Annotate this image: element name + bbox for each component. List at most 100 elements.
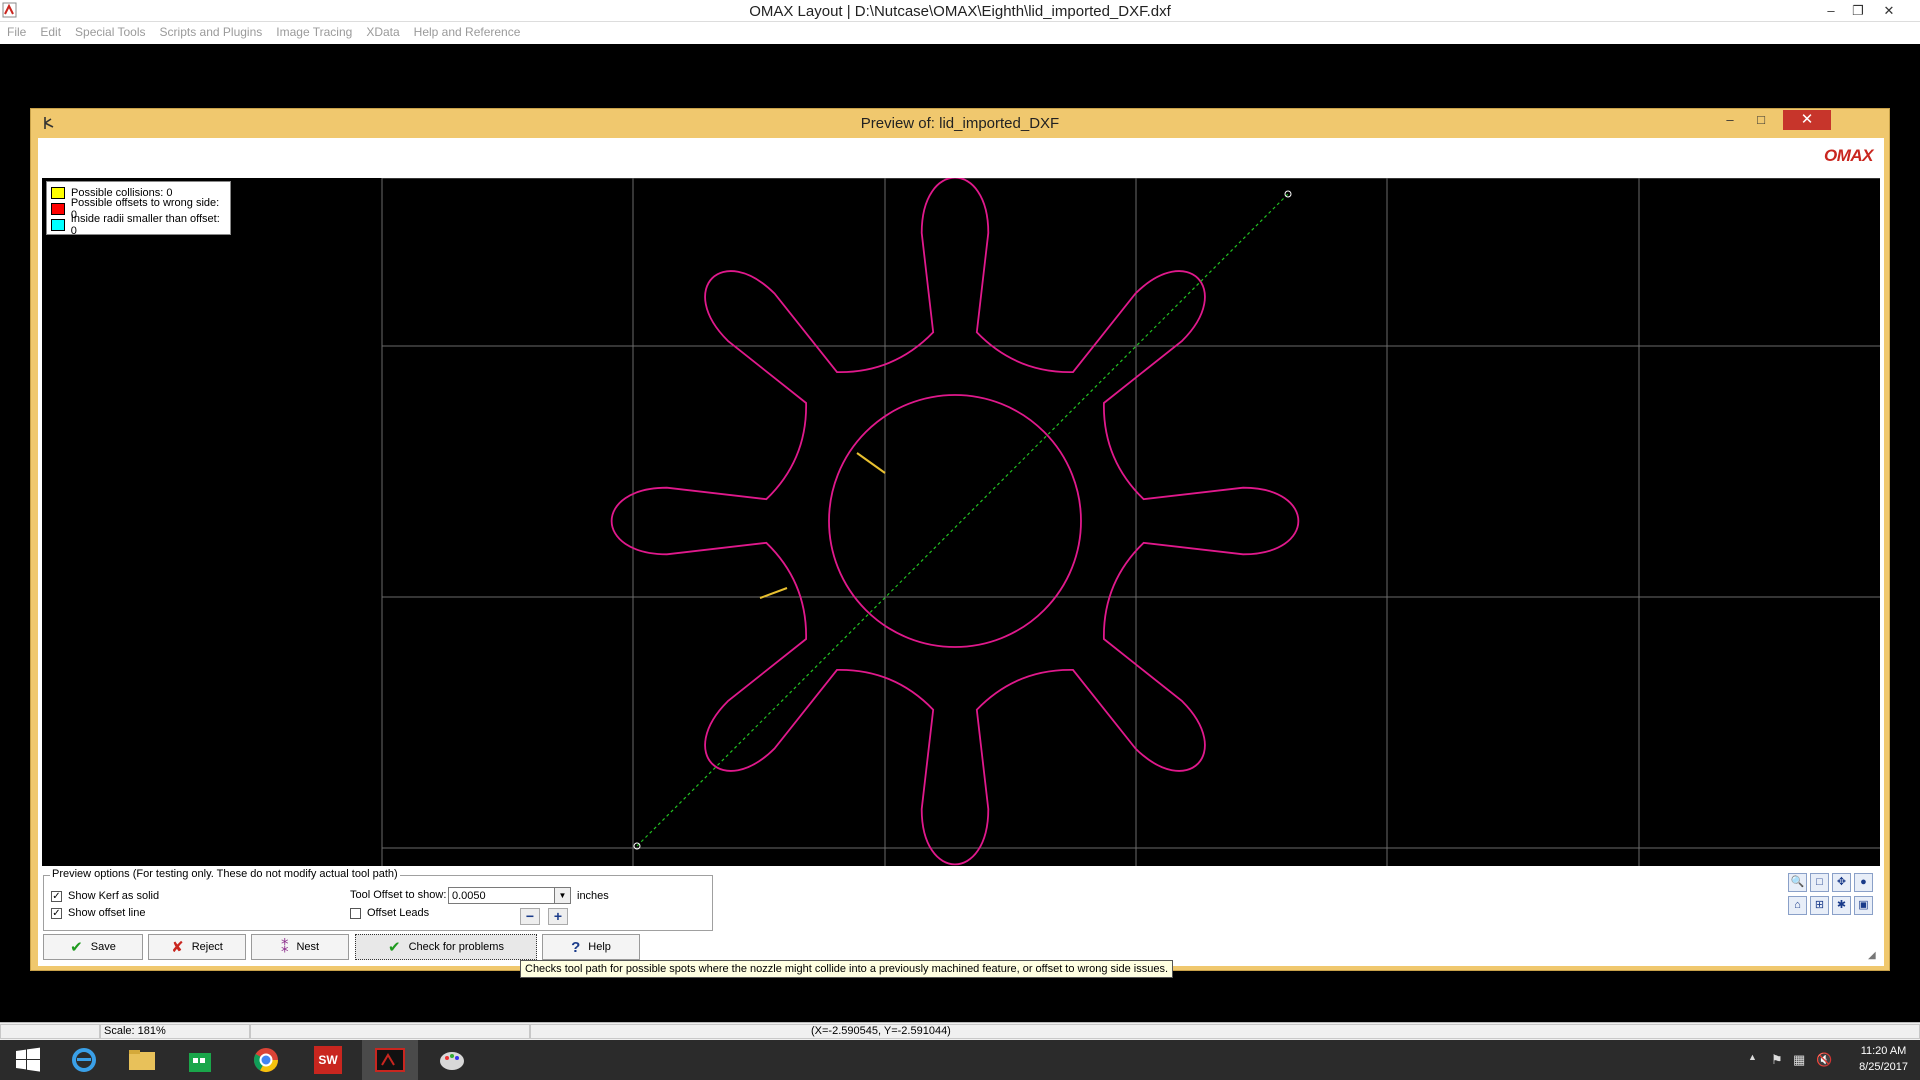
show-offset-label: Show offset line	[68, 907, 146, 919]
zoom-icon[interactable]: 🔍	[1788, 873, 1807, 892]
menu-bar: File Edit Special Tools Scripts and Plugins…	[0, 22, 1920, 44]
part-outline	[610, 178, 1300, 866]
restore-button[interactable]: ❐	[1849, 2, 1867, 20]
taskbar: SW ▲ ⚑ ▦ 🔇 11:20 AM 8/25/2017	[0, 1040, 1920, 1080]
network-icon[interactable]: ▦	[1793, 1052, 1805, 1068]
paint-button[interactable]	[424, 1040, 480, 1080]
check-pencil-icon: ✔	[388, 939, 401, 956]
offset-leads-label: Offset Leads	[367, 907, 430, 919]
omax-layout-icon	[375, 1048, 405, 1072]
save-label: Save	[90, 941, 116, 953]
nest-view-icon[interactable]: ✱	[1832, 896, 1851, 915]
menu-xdata[interactable]: XData	[359, 22, 406, 39]
preview-canvas[interactable]: Possible collisions: 0 Possible offsets …	[42, 178, 1880, 866]
show-kerf-option[interactable]: ✓ Show Kerf as solid	[51, 890, 159, 902]
svg-text:SW: SW	[318, 1053, 338, 1067]
dialog-title: Preview of: lid_imported_DXF	[860, 115, 1060, 132]
preview-dialog: Preview of: lid_imported_DXF – □ ✕ OMAX …	[30, 108, 1890, 971]
nest-icon: ⁑	[280, 939, 289, 956]
show-offset-checkbox[interactable]: ✓	[51, 907, 62, 919]
menu-scripts-plugins[interactable]: Scripts and Plugins	[153, 22, 270, 39]
windows-logo-icon	[16, 1047, 40, 1072]
close-button[interactable]: ✕	[1880, 2, 1898, 20]
file-explorer-button[interactable]	[114, 1040, 170, 1080]
offset-leads-checkbox[interactable]	[350, 907, 361, 919]
lead-in-mark	[856, 452, 886, 474]
units-label: inches	[577, 890, 609, 902]
check-for-problems-button[interactable]: ✔ Check for problems	[355, 934, 537, 960]
checkmark-icon: ✔	[70, 939, 83, 956]
save-button[interactable]: ✔ Save	[43, 934, 143, 960]
menu-help-reference[interactable]: Help and Reference	[407, 22, 528, 39]
wrong-side-swatch	[51, 203, 65, 215]
globe-icon[interactable]: ●	[1854, 873, 1873, 892]
increase-offset-button[interactable]: +	[548, 908, 568, 925]
decrease-offset-button[interactable]: −	[520, 908, 540, 925]
lead-marks	[759, 452, 886, 599]
zoom-window-icon[interactable]: □	[1810, 873, 1829, 892]
internet-explorer-button[interactable]	[56, 1040, 112, 1080]
dialog-maximize-button[interactable]: □	[1743, 110, 1779, 130]
paint-palette-icon	[440, 1052, 464, 1070]
nest-button[interactable]: ⁑ Nest	[251, 934, 349, 960]
legend-inside-radii: Inside radii smaller than offset: 0	[51, 213, 226, 237]
reject-label: Reject	[191, 941, 223, 953]
menu-special-tools[interactable]: Special Tools	[68, 22, 153, 39]
omax-layout-button[interactable]	[362, 1040, 418, 1080]
volume-muted-icon[interactable]: 🔇	[1816, 1052, 1832, 1068]
help-button[interactable]: ? Help	[542, 934, 640, 960]
home-view-icon[interactable]: ⌂	[1788, 896, 1807, 915]
nest-label: Nest	[296, 941, 320, 953]
tool-offset-input[interactable]	[448, 887, 555, 904]
store-icon	[189, 1053, 211, 1072]
start-button[interactable]	[0, 1040, 56, 1080]
help-label: Help	[588, 941, 611, 953]
status-empty-cell	[0, 1024, 100, 1039]
status-blank	[250, 1024, 530, 1039]
preview-options-label: Preview options (For testing only. These…	[50, 868, 400, 880]
reject-x-icon: ✘	[171, 939, 184, 956]
menu-image-tracing[interactable]: Image Tracing	[269, 22, 359, 39]
check-problems-tooltip: Checks tool path for possible spots wher…	[520, 960, 1174, 978]
center-hole	[828, 394, 1082, 648]
folder-icon	[129, 1050, 155, 1070]
check-for-problems-label: Check for problems	[408, 941, 504, 953]
chrome-icon	[253, 1048, 278, 1073]
status-scale: Scale: 181%	[100, 1024, 250, 1039]
tool-offset-dropdown[interactable]: ▼	[555, 887, 571, 904]
chrome-button[interactable]	[238, 1040, 294, 1080]
dialog-minimize-button[interactable]: –	[1717, 110, 1743, 130]
resize-grip-icon[interactable]: ◢	[1868, 950, 1876, 961]
offset-line	[636, 193, 1289, 847]
toolpath-drawing	[381, 178, 1880, 866]
reject-button[interactable]: ✘ Reject	[148, 934, 246, 960]
dialog-close-button[interactable]: ✕	[1783, 110, 1831, 130]
system-clock[interactable]: 11:20 AM 8/25/2017	[1859, 1043, 1908, 1075]
status-bar: Scale: 181% (X=-2.590545, Y=-2.591044)	[0, 1022, 1920, 1040]
solidworks-button[interactable]: SW	[300, 1040, 356, 1080]
internet-explorer-icon	[72, 1048, 96, 1072]
pan-icon[interactable]: ✥	[1832, 873, 1851, 892]
show-offset-option[interactable]: ✓ Show offset line	[51, 907, 145, 919]
grid-lines	[381, 178, 1880, 866]
window-title: OMAX Layout | D:\Nutcase\OMAX\Eighth\lid…	[749, 3, 1171, 20]
clock-date: 8/25/2017	[1859, 1061, 1908, 1073]
offset-leads-option[interactable]: Offset Leads	[350, 907, 429, 919]
tray-expand-icon[interactable]: ▲	[1748, 1052, 1757, 1062]
minimize-button[interactable]: –	[1822, 2, 1840, 20]
collision-swatch	[51, 187, 65, 199]
omax-logo: OMAX	[1824, 146, 1874, 165]
main-titlebar: OMAX Layout | D:\Nutcase\OMAX\Eighth\lid…	[0, 0, 1920, 22]
show-kerf-label: Show Kerf as solid	[68, 890, 160, 902]
action-center-flag-icon[interactable]: ⚑	[1771, 1052, 1783, 1068]
fit-view-icon[interactable]: ⊞	[1810, 896, 1829, 915]
show-kerf-checkbox[interactable]: ✓	[51, 890, 62, 902]
menu-edit[interactable]: Edit	[33, 22, 68, 39]
preview-options-group: Preview options (For testing only. These…	[43, 868, 713, 931]
menu-file[interactable]: File	[0, 22, 33, 39]
help-question-icon: ?	[571, 938, 581, 956]
solidworks-icon: SW	[314, 1046, 342, 1074]
problem-legend: Possible collisions: 0 Possible offsets …	[46, 181, 231, 237]
store-button[interactable]	[172, 1040, 228, 1080]
3d-view-icon[interactable]: ▣	[1854, 896, 1873, 915]
